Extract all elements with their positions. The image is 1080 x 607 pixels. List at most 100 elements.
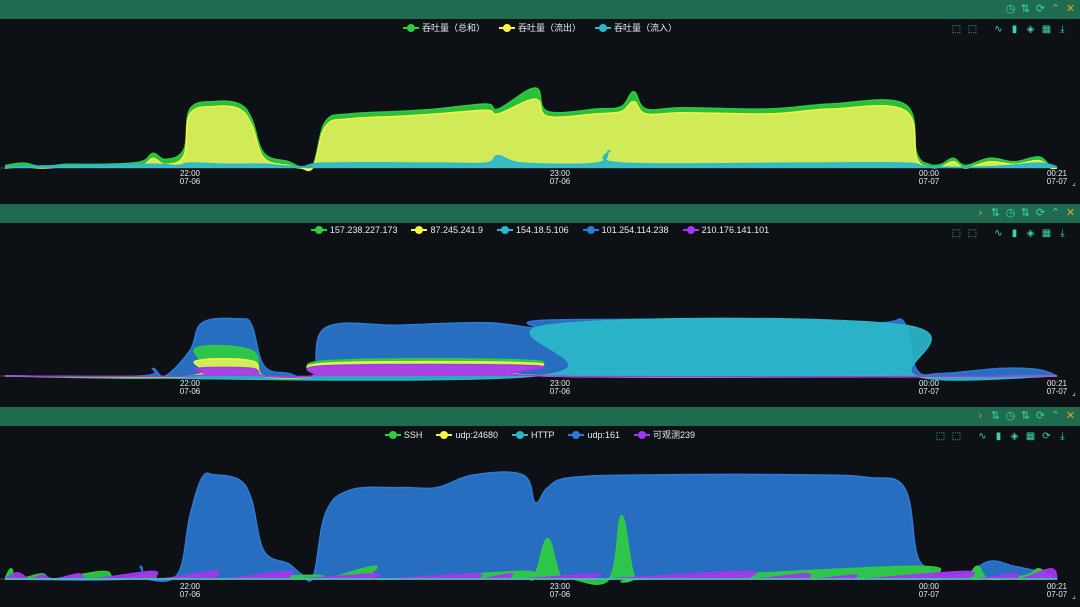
legend-marker [511,430,528,440]
legend-item[interactable]: 可观测239 [634,428,695,441]
line-icon[interactable]: ∿ [977,431,988,442]
x-tick-date: 07-07 [1047,590,1068,599]
legend-item[interactable]: 154.18.5.106 [497,225,569,235]
stack-icon[interactable]: ◈ [1025,228,1036,239]
panel-titlebar: › ⇅ ◷ ⇅ ⟳ ⌃ ✕ [0,204,1080,223]
zoom-icon[interactable]: ⬚ [935,431,946,442]
resize-grip-icon[interactable]: ⌟ [1072,388,1076,397]
download-icon[interactable]: ⤓ [1057,228,1068,239]
line-icon[interactable]: ∿ [993,24,1004,35]
legend-marker [582,225,599,235]
x-tick-date: 07-07 [919,387,940,396]
legend-marker [402,23,419,33]
legend-label: 吞吐量（流出） [517,23,581,33]
stack-icon[interactable]: ◈ [1009,431,1020,442]
legend-item[interactable]: 157.238.227.173 [310,225,397,235]
legend-label: 101.254.114.238 [601,225,669,235]
resize-grip-icon[interactable]: ⌟ [1072,178,1076,187]
legend-label: udp:161 [587,429,621,440]
x-tick-date: 07-06 [180,387,201,396]
ip-traffic-panel: 22:00 07-06 23:00 07-06 00:00 07-07 00:21 07-07… [0,204,1080,402]
close-icon[interactable]: ✕ [1065,206,1076,220]
collapse-icon[interactable]: ⌃ [1050,2,1061,16]
legend-item[interactable]: 87.245.241.9 [411,225,483,235]
refresh-icon[interactable]: ⟳ [1035,409,1046,423]
titlebar-icons: › ⇅ ◷ ⇅ ⟳ ⌃ ✕ [975,409,1076,423]
x-tick-date: 07-07 [919,590,940,599]
legend-marker [634,430,651,440]
legend-marker [595,23,611,33]
collapse-icon[interactable]: ⌃ [1050,409,1061,423]
legend-item[interactable]: udp:161 [568,428,620,441]
refresh-icon[interactable]: ⟳ [1035,206,1046,220]
chart-legend: 157.238.227.173 87.245.241.9 154.18.5.106 1… [0,225,1080,235]
bar-icon[interactable]: ▮ [1009,24,1020,35]
protocol-traffic-panel: 22:00 07-06 23:00 07-06 00:00 07-07 00:21 07-07… [0,407,1080,607]
legend-item[interactable]: 吞吐量（流出） [498,21,581,34]
tile-icon[interactable]: ▦ [1041,24,1052,35]
legend-label: SSH [403,429,423,440]
panel-titlebar: › ⇅ ◷ ⇅ ⟳ ⌃ ✕ [0,407,1080,426]
chart-toolbox: ⬚ ⬚ ∿ ▮ ◈ ▦ ⟳ ⤓ [935,431,1068,442]
legend-item[interactable]: 吞吐量（流入） [595,21,677,34]
bar-icon[interactable]: ▮ [993,431,1004,442]
legend-marker [682,225,699,235]
legend-item[interactable]: 210.176.141.101 [682,225,770,235]
line-icon[interactable]: ∿ [993,228,1004,239]
chart-legend: SSH udp:24680 HTTP udp:161 可观测239 [0,428,1080,441]
sort-icon[interactable]: ⇅ [1020,2,1031,16]
legend-item[interactable]: 吞吐量（总和） [402,21,485,34]
x-tick-date: 07-06 [550,387,571,396]
sort-icon[interactable]: ⇅ [1020,206,1031,220]
legend-marker [498,23,515,33]
legend-item[interactable]: SSH [384,428,423,441]
x-tick-date: 07-07 [1047,387,1068,396]
sort-icon[interactable]: ⇅ [1020,409,1031,423]
close-icon[interactable]: ✕ [1065,2,1076,16]
legend-marker [411,225,428,235]
chart-toolbox: ⬚ ⬚ ∿ ▮ ◈ ▦ ⤓ [951,24,1068,35]
tile-icon[interactable]: ▦ [1025,431,1036,442]
expand-icon[interactable]: › [975,409,986,423]
legend-item[interactable]: udp:24680 [436,428,498,441]
zoom-reset-icon[interactable]: ⬚ [951,431,962,442]
download-icon[interactable]: ⤓ [1057,431,1068,442]
zoom-icon[interactable]: ⬚ [951,228,962,239]
close-icon[interactable]: ✕ [1065,409,1076,423]
chart-legend: 吞吐量（总和） 吞吐量（流出） 吞吐量（流入） [0,21,1080,34]
x-tick-date: 07-06 [180,590,201,599]
legend-marker [436,430,453,440]
sort-icon[interactable]: ⇅ [990,409,1001,423]
panel-titlebar: ◷ ⇅ ⟳ ⌃ ✕ [0,0,1080,19]
zoom-reset-icon[interactable]: ⬚ [967,24,978,35]
legend-label: 87.245.241.9 [430,225,484,235]
legend-marker [310,225,327,235]
bar-icon[interactable]: ▮ [1009,228,1020,239]
stack-icon[interactable]: ◈ [1025,24,1036,35]
clock-icon[interactable]: ◷ [1005,206,1016,220]
refresh-icon[interactable]: ⟳ [1035,2,1046,16]
collapse-icon[interactable]: ⌃ [1050,206,1061,220]
expand-icon[interactable]: › [975,206,986,220]
x-tick-date: 07-07 [1047,177,1068,186]
legend-label: 吞吐量（流入） [614,23,678,33]
clock-icon[interactable]: ◷ [1005,409,1016,423]
throughput-panel: 22:00 07-06 23:00 07-06 00:00 07-07 00:21 07-07… [0,0,1080,199]
clock-icon[interactable]: ◷ [1005,2,1016,16]
x-tick-date: 07-07 [919,177,940,186]
legend-item[interactable]: HTTP [511,428,554,441]
zoom-reset-icon[interactable]: ⬚ [967,228,978,239]
refresh-icon[interactable]: ⟳ [1041,431,1052,442]
titlebar-icons: ◷ ⇅ ⟳ ⌃ ✕ [1005,2,1076,16]
sort-icon[interactable]: ⇅ [990,206,1001,220]
legend-label: 154.18.5.106 [516,225,569,235]
download-icon[interactable]: ⤓ [1057,24,1068,35]
tile-icon[interactable]: ▦ [1041,228,1052,239]
legend-label: 210.176.141.101 [701,225,770,235]
zoom-icon[interactable]: ⬚ [951,24,962,35]
x-tick-date: 07-06 [180,177,201,186]
legend-marker [568,430,585,440]
chart-toolbox: ⬚ ⬚ ∿ ▮ ◈ ▦ ⤓ [951,228,1068,239]
legend-item[interactable]: 101.254.114.238 [582,225,669,235]
resize-grip-icon[interactable]: ⌟ [1072,591,1076,600]
